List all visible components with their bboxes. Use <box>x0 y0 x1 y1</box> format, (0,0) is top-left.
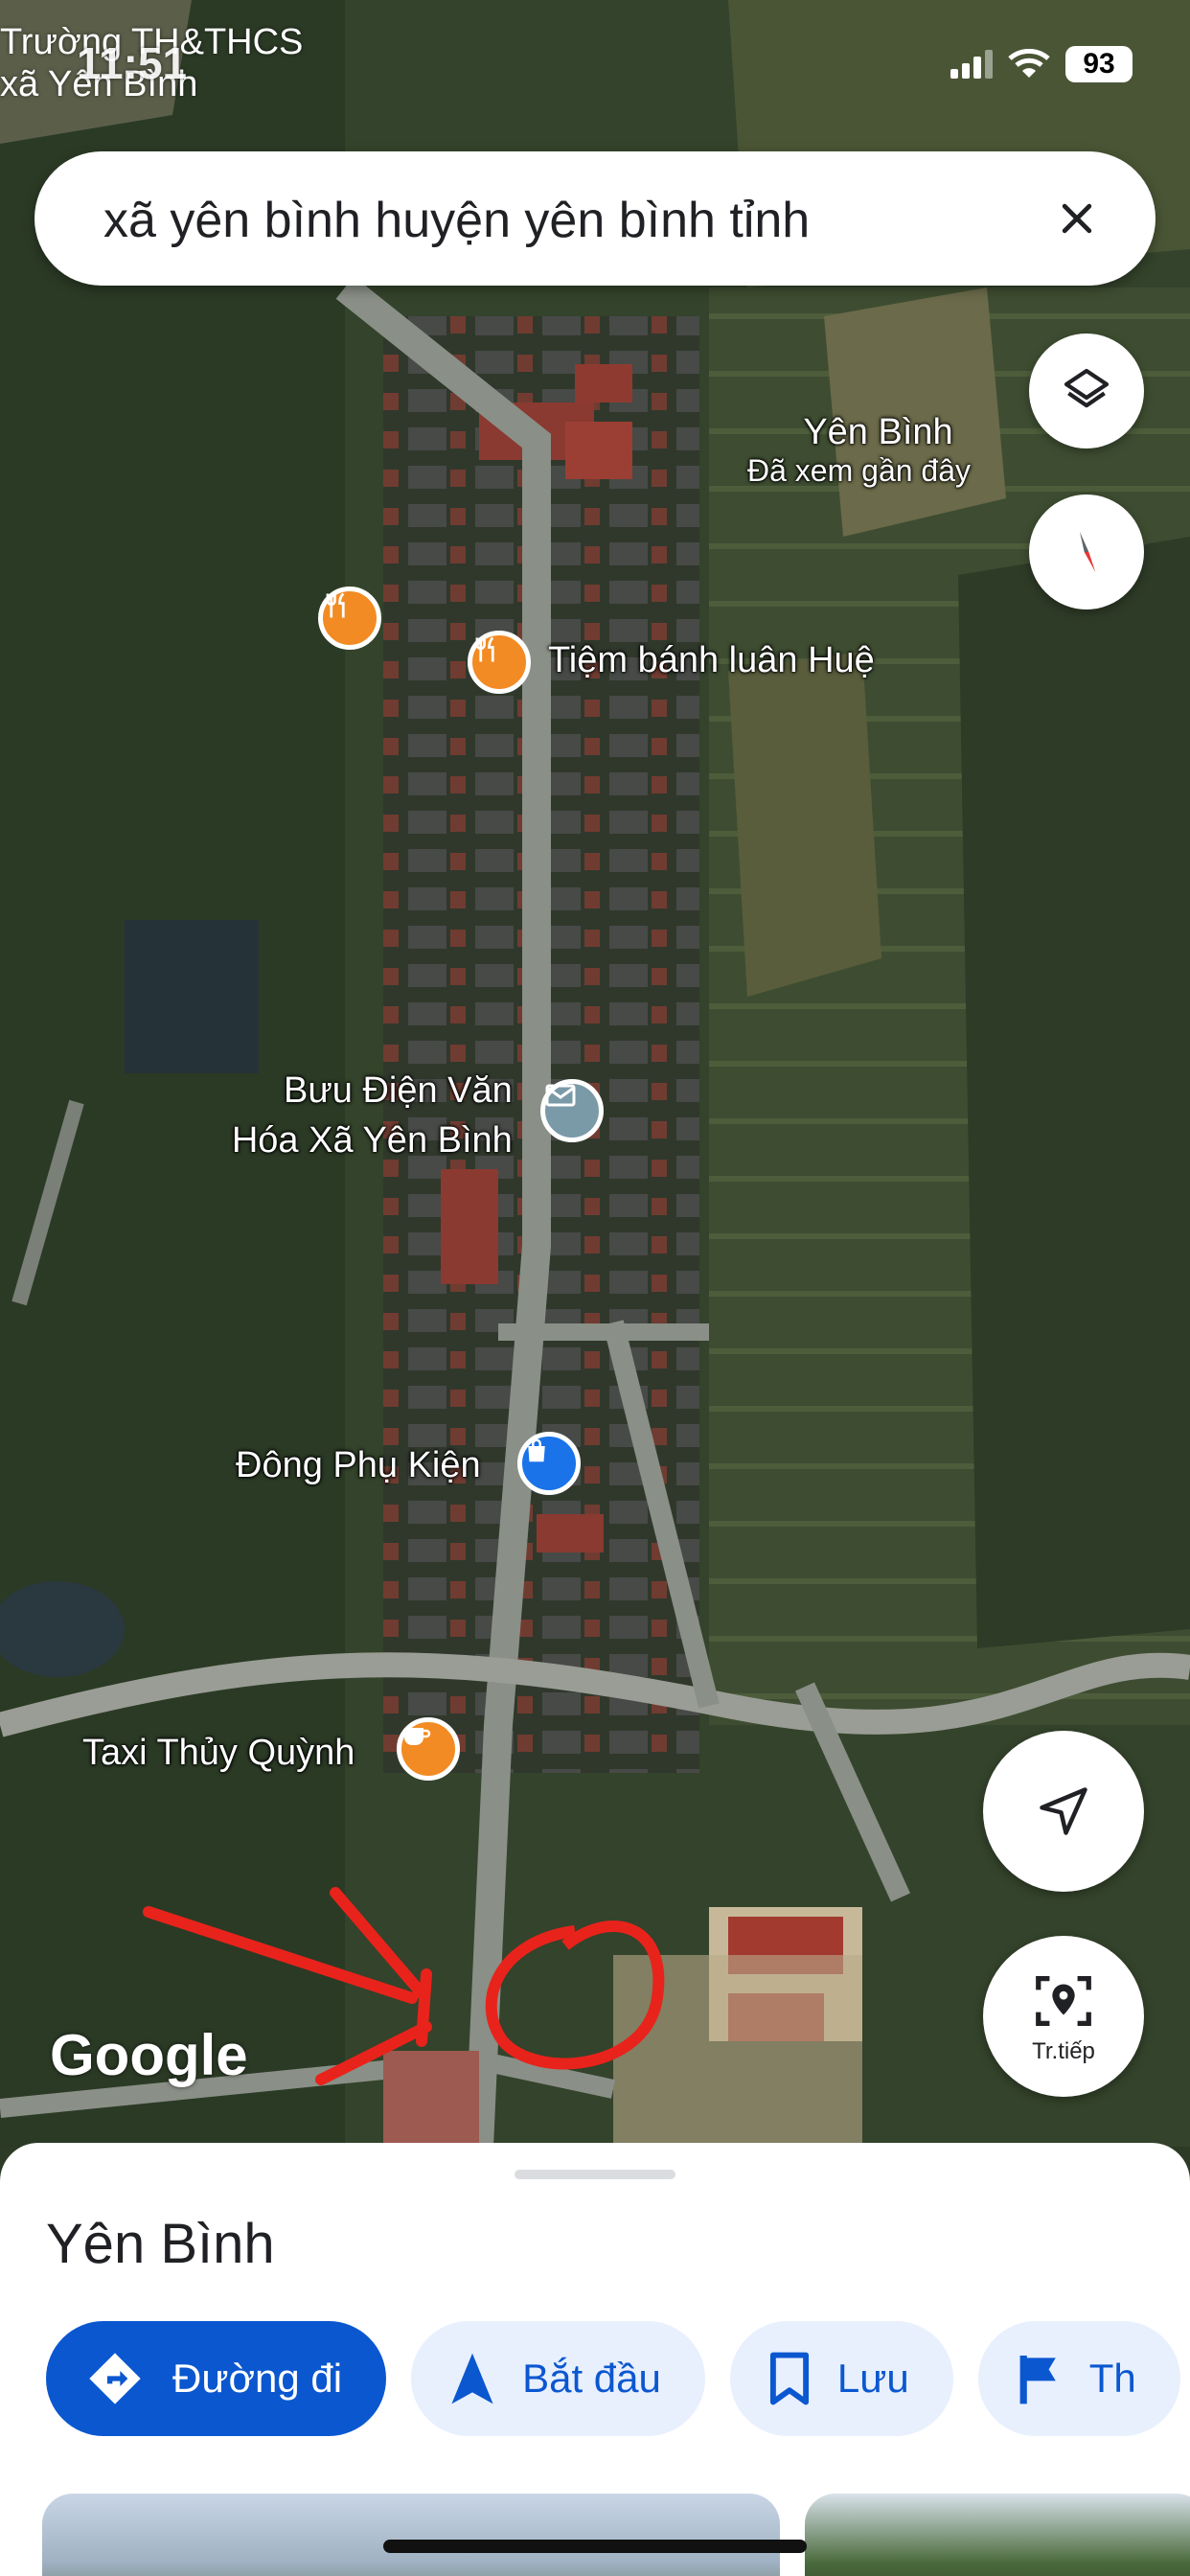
battery-indicator: 93 <box>1065 46 1133 82</box>
directions-icon <box>89 2353 141 2404</box>
place-label-sub: Đã xem gần đây <box>747 453 972 488</box>
navigation-arrow-icon <box>451 2353 493 2404</box>
more-action-button[interactable]: Th <box>977 2321 1180 2436</box>
live-view-label: Tr.tiếp <box>1032 2038 1095 2064</box>
save-label: Lưu <box>836 2356 909 2401</box>
photo-strip[interactable] <box>42 2494 1190 2576</box>
poi-label-bakery[interactable]: Tiệm bánh luân Huệ <box>548 640 875 681</box>
home-indicator[interactable] <box>383 2540 807 2553</box>
clear-search-button[interactable] <box>1041 182 1113 255</box>
place-photo[interactable] <box>805 2494 1190 2576</box>
status-left-text: Trường TH&THCS xã Yên Bình 11:51 <box>0 21 303 105</box>
directions-button[interactable]: Đường đi <box>46 2321 387 2436</box>
poi-label-post-office[interactable]: Bưu Điện Văn Hóa Xã Yên Bình <box>230 1066 513 1165</box>
google-logo: Google <box>50 2023 248 2087</box>
layers-button[interactable] <box>1029 334 1144 448</box>
wifi-icon <box>1008 49 1050 78</box>
live-view-icon <box>1036 1976 1091 2026</box>
action-chips: Đường đi Bắt đầu Lưu Th <box>46 2321 1180 2436</box>
poi-label-shop[interactable]: Đông Phụ Kiện <box>236 1445 481 1486</box>
place-label-name: Yên Bình <box>803 412 953 452</box>
status-time: 11:51 <box>77 38 188 88</box>
start-label: Bắt đầu <box>522 2356 661 2401</box>
poi-pin-shop[interactable] <box>517 1432 581 1495</box>
save-button[interactable]: Lưu <box>729 2321 953 2436</box>
bookmark-icon <box>769 2352 809 2405</box>
place-bottom-sheet[interactable]: Yên Bình Đường đi Bắt đầu Lưu Th <box>0 2143 1190 2576</box>
status-icons: 93 <box>950 46 1133 82</box>
shopping-bag-icon <box>528 1438 545 1462</box>
place-photo[interactable] <box>42 2494 780 2576</box>
search-bar[interactable]: xã yên bình huyện yên bình tỉnh <box>34 151 1156 286</box>
search-input[interactable]: xã yên bình huyện yên bình tỉnh <box>103 194 947 247</box>
fork-knife-icon <box>475 636 494 662</box>
sheet-drag-handle[interactable] <box>515 2170 675 2179</box>
flag-icon <box>1019 2356 1056 2404</box>
poi-pin-post-office[interactable] <box>540 1079 604 1142</box>
compass-icon <box>1080 532 1096 572</box>
restaurant-pin[interactable] <box>318 586 381 650</box>
my-location-button[interactable] <box>983 1731 1144 1892</box>
live-view-button[interactable]: Tr.tiếp <box>983 1936 1144 2097</box>
coffee-cup-icon <box>404 1728 431 1745</box>
more-action-label: Th <box>1088 2356 1136 2401</box>
poi-pin-taxi[interactable] <box>397 1717 460 1781</box>
layers-icon <box>1064 368 1110 408</box>
poi-label-taxi[interactable]: Taxi Thủy Quỳnh <box>82 1733 355 1774</box>
close-icon <box>1062 203 1092 234</box>
status-bar: Trường TH&THCS xã Yên Bình 11:51 93 <box>0 0 1190 144</box>
signal-icon <box>950 50 993 79</box>
navigation-arrow-icon <box>1040 1787 1087 1835</box>
poi-label-post-office-line2: Hóa Xã Yên Bình <box>231 1120 513 1161</box>
poi-label-post-office-line1: Bưu Điện Văn <box>284 1070 513 1111</box>
place-title: Yên Bình <box>46 2213 275 2275</box>
envelope-icon <box>545 1084 576 1107</box>
directions-label: Đường đi <box>172 2356 343 2401</box>
compass-button[interactable] <box>1029 494 1144 610</box>
place-label[interactable]: Yên Bình Đã xem gần đây <box>747 412 971 489</box>
fork-knife-icon <box>326 592 345 618</box>
poi-pin-bakery[interactable] <box>468 631 531 694</box>
start-button[interactable]: Bắt đầu <box>411 2321 705 2436</box>
